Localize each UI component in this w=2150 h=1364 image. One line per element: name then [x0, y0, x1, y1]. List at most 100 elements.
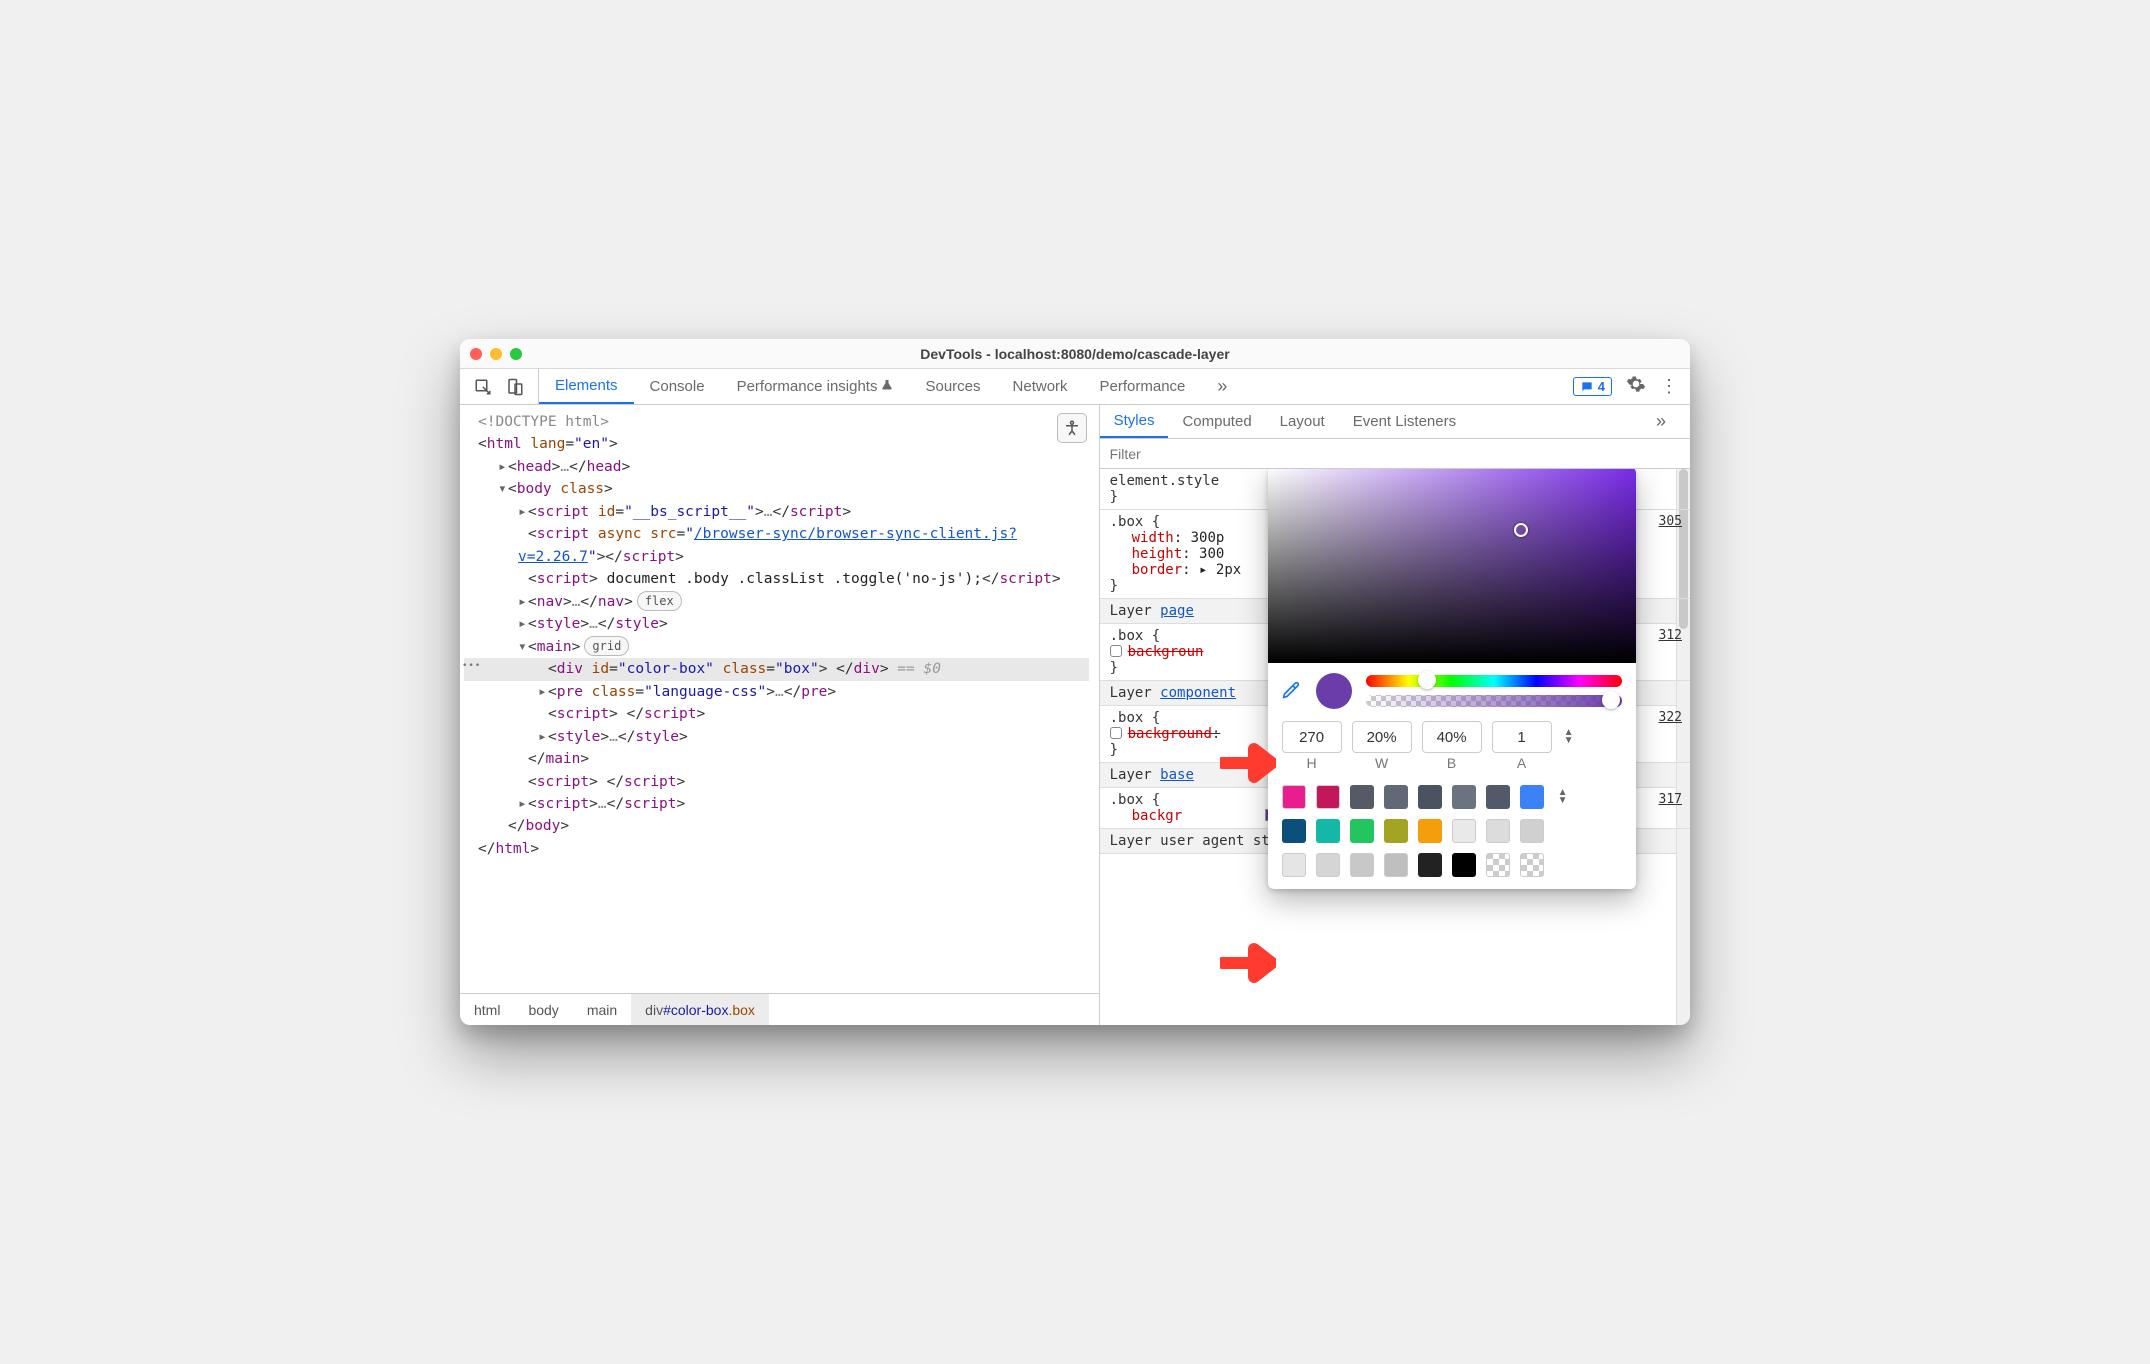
tab-elements[interactable]: Elements	[539, 369, 634, 404]
val-height: : 300	[1182, 546, 1224, 562]
palette-swatch[interactable]	[1486, 819, 1510, 843]
palette-swatch[interactable]	[1350, 785, 1374, 809]
dom-script-bs[interactable]: ▸<script id="__bs_script__">…</script>	[464, 501, 1089, 523]
messages-badge[interactable]: 4	[1573, 377, 1612, 396]
palette-swatch[interactable]	[1418, 785, 1442, 809]
tab-styles[interactable]: Styles	[1100, 405, 1169, 438]
picker-h-input[interactable]: 270	[1282, 721, 1342, 753]
palette-swatch[interactable]	[1316, 785, 1340, 809]
dom-html-open[interactable]: <html lang="en">	[464, 433, 1089, 455]
tab-computed[interactable]: Computed	[1168, 405, 1265, 438]
picker-w-input[interactable]: 20%	[1352, 721, 1412, 753]
dom-main-open[interactable]: ▾<main>grid	[464, 636, 1089, 658]
palette-swatch[interactable]	[1384, 853, 1408, 877]
beaker-icon	[881, 378, 893, 396]
top-toolbar: Elements Console Performance insights So…	[460, 369, 1690, 405]
tab-layout[interactable]: Layout	[1266, 405, 1339, 438]
crumb-body[interactable]: body	[514, 994, 572, 1025]
dom-head[interactable]: ▸<head>…</head>	[464, 456, 1089, 478]
dom-html-close[interactable]: </html>	[464, 838, 1089, 860]
src-link-322[interactable]: 322	[1659, 710, 1682, 725]
toolbar-left-icons	[460, 369, 539, 404]
toggle-checkbox[interactable]	[1110, 727, 1122, 739]
picker-b-input[interactable]: 40%	[1422, 721, 1482, 753]
palette-swatch[interactable]	[1452, 785, 1476, 809]
inspect-element-icon[interactable]	[474, 378, 492, 396]
tab-console[interactable]: Console	[634, 369, 721, 404]
crumb-selected[interactable]: div#color-box.box	[631, 994, 769, 1025]
palette-stepper[interactable]: ▲▼	[1558, 789, 1568, 805]
gear-icon[interactable]	[1626, 374, 1646, 399]
layer-base-link[interactable]: base	[1160, 767, 1194, 783]
dom-script-inline[interactable]: <script> document .body .classList .togg…	[464, 568, 1089, 590]
src-link-317[interactable]: 317	[1659, 792, 1682, 807]
devtools-window: DevTools - localhost:8080/demo/cascade-l…	[460, 339, 1690, 1025]
tab-sources[interactable]: Sources	[909, 369, 996, 404]
picker-a-input[interactable]: 1	[1492, 721, 1552, 753]
palette-swatch[interactable]	[1520, 853, 1544, 877]
dom-selected-div[interactable]: <div id="color-box" class="box"> </div> …	[464, 658, 1089, 680]
dom-nav[interactable]: ▸<nav>…</nav>flex	[464, 591, 1089, 613]
palette-swatch[interactable]	[1520, 819, 1544, 843]
palette-swatch[interactable]	[1384, 785, 1408, 809]
dom-script-async[interactable]: <script async src="/browser-sync/browser…	[464, 523, 1089, 568]
alpha-handle[interactable]	[1602, 691, 1620, 709]
palette-swatch[interactable]	[1452, 819, 1476, 843]
elements-tree[interactable]: <!DOCTYPE html> <html lang="en"> ▸<head>…	[460, 405, 1099, 993]
dom-style-1[interactable]: ▸<style>…</style>	[464, 613, 1089, 635]
dom-script-6[interactable]: ▸<script>…</script>	[464, 793, 1089, 815]
palette-swatch[interactable]	[1316, 853, 1340, 877]
dom-script-5[interactable]: <script> </script>	[464, 771, 1089, 793]
palette-swatch[interactable]	[1350, 819, 1374, 843]
crumb-class: .box	[728, 1002, 754, 1018]
palette-swatch[interactable]	[1418, 853, 1442, 877]
toggle-checkbox[interactable]	[1110, 645, 1122, 657]
tab-performance-insights[interactable]: Performance insights	[721, 369, 910, 404]
palette-swatch[interactable]	[1282, 785, 1306, 809]
src-link-305[interactable]: 305	[1659, 514, 1682, 529]
palette-swatch[interactable]	[1452, 853, 1476, 877]
dom-body-close[interactable]: </body>	[464, 815, 1089, 837]
palette-swatch[interactable]	[1384, 819, 1408, 843]
color-field[interactable]	[1268, 469, 1636, 663]
palette-swatch[interactable]	[1520, 785, 1544, 809]
palette-swatch[interactable]	[1350, 853, 1374, 877]
palette-swatch[interactable]	[1316, 819, 1340, 843]
layer-page-link[interactable]: page	[1160, 603, 1194, 619]
styles-more-tabs-icon[interactable]: »	[1642, 405, 1680, 438]
palette-swatch[interactable]	[1486, 785, 1510, 809]
layer-components-link[interactable]: component	[1160, 685, 1236, 701]
accessibility-tree-icon[interactable]	[1057, 413, 1087, 443]
layer-label: Layer	[1110, 767, 1161, 783]
dom-style-2[interactable]: ▸<style>…</style>	[464, 726, 1089, 748]
dom-script-4[interactable]: <script> </script>	[464, 703, 1089, 725]
device-toolbar-icon[interactable]	[506, 378, 524, 396]
crumb-main[interactable]: main	[573, 994, 631, 1025]
more-tabs-icon[interactable]: »	[1201, 369, 1243, 404]
color-field-cursor[interactable]	[1514, 523, 1528, 537]
alpha-slider[interactable]	[1366, 695, 1622, 707]
tab-event-listeners[interactable]: Event Listeners	[1339, 405, 1470, 438]
palette-swatch[interactable]	[1282, 853, 1306, 877]
styles-filter-input[interactable]	[1100, 446, 1690, 462]
hue-slider[interactable]	[1366, 675, 1622, 687]
dom-doctype[interactable]: <!DOCTYPE html>	[464, 411, 1089, 433]
nav-pill: flex	[637, 591, 682, 612]
crumb-html[interactable]: html	[460, 994, 514, 1025]
tab-performance[interactable]: Performance	[1084, 369, 1202, 404]
styles-filter-row	[1100, 439, 1690, 469]
eyedropper-icon[interactable]	[1282, 679, 1302, 704]
kebab-icon[interactable]: ⋮	[1660, 376, 1678, 397]
dom-body-open[interactable]: ▾<body class>	[464, 478, 1089, 500]
dom-main-close[interactable]: </main>	[464, 748, 1089, 770]
hue-handle[interactable]	[1418, 671, 1436, 689]
palette-swatch[interactable]	[1282, 819, 1306, 843]
palette-swatch[interactable]	[1486, 853, 1510, 877]
format-stepper[interactable]: ▲▼	[1564, 729, 1574, 745]
val-width: : 300p	[1174, 530, 1225, 546]
tab-network[interactable]: Network	[997, 369, 1084, 404]
annotation-arrow-2	[1220, 941, 1276, 985]
dom-pre[interactable]: ▸<pre class="language-css">…</pre>	[464, 681, 1089, 703]
src-link-312[interactable]: 312	[1659, 628, 1682, 643]
palette-swatch[interactable]	[1418, 819, 1442, 843]
